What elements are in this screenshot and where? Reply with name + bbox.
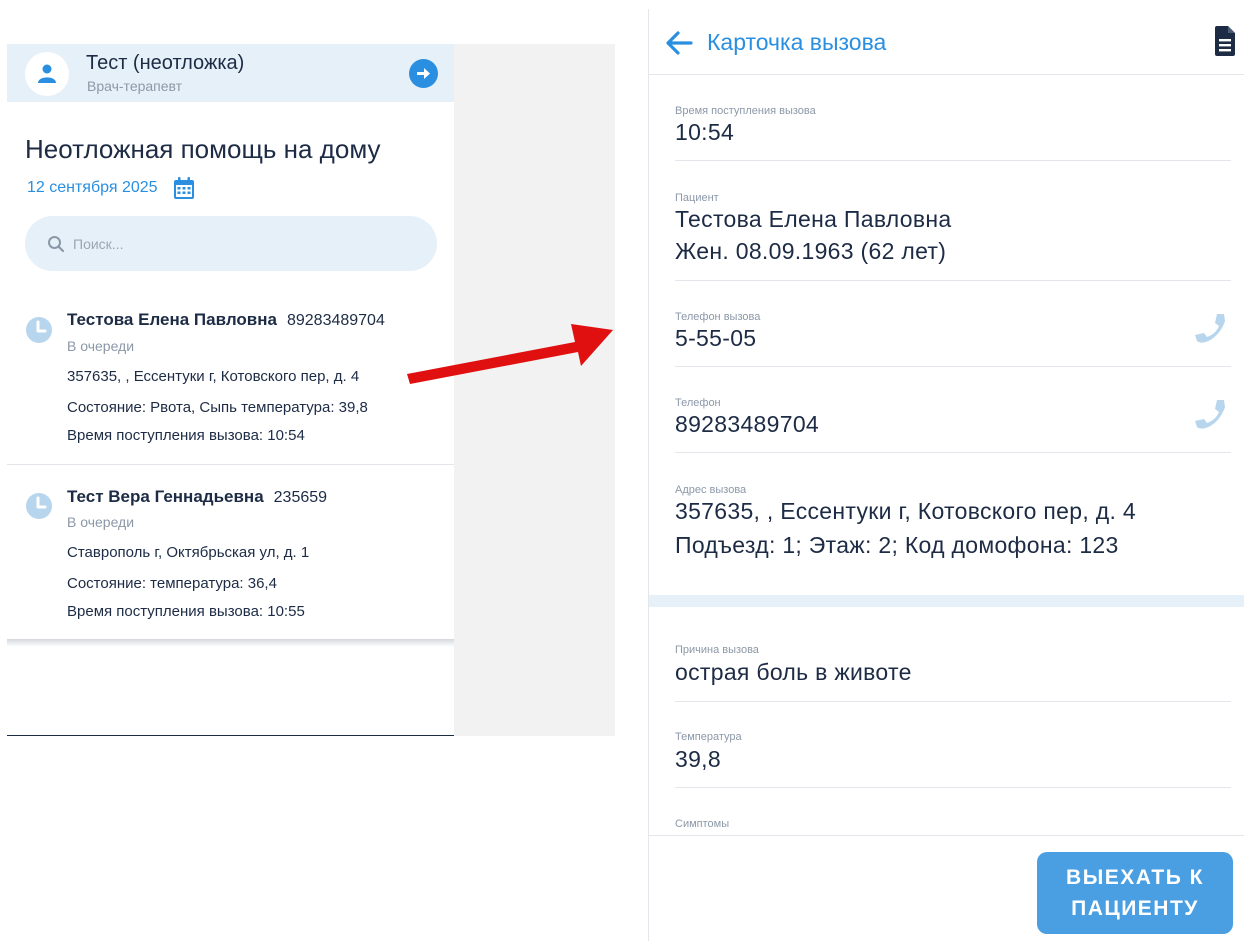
bottom-action-bar: ВЫЕХАТЬ К ПАЦИЕНТУ [649,835,1244,941]
call-list-screen: Тест (неотложка) Врач-терапевт Неотложна… [7,44,454,736]
field-value: 5-55-05 [675,325,757,351]
field-label: Температура [675,731,742,743]
annotation-arrow [407,324,613,384]
page-title: Карточка вызова [707,29,887,55]
field-label: Симптомы [675,818,730,830]
phone-icon[interactable] [1193,311,1229,347]
date-selector[interactable]: 12 сентября 2025 [27,175,196,201]
logout-button[interactable] [409,59,438,88]
patient-phone: 235659 [273,489,328,506]
call-address: 357635, , Ессентуки г, Котовского пер, д… [67,368,360,385]
field-phone: Телефон 89283489704 [675,397,1231,453]
arrow-right-circle-icon [417,68,430,79]
phone-icon[interactable] [1193,397,1229,433]
arrow-left-icon[interactable] [665,31,693,55]
patient-info: Жен. 08.09.1963 (62 лет) [675,238,947,264]
patient-name: Тестова Елена Павловна [67,310,277,329]
call-address: Ставрополь г, Октябрьская ул, д. 1 [67,544,310,561]
field-call-phone: Телефон вызова 5-55-05 [675,311,1231,367]
field-reason: Причина вызова острая боль в животе [675,644,1231,702]
field-value: 10:54 [675,119,735,145]
calendar-icon[interactable] [172,176,196,200]
section-separator [649,595,1244,607]
search-input[interactable] [73,232,413,256]
list-bottom-shadow [7,639,454,647]
call-list-item[interactable]: Тест Вера Геннадьевна 235659 В очереди Ст… [7,482,454,639]
screen-bottom-border [7,735,454,736]
button-label-line1: ВЫЕХАТЬ К [1066,866,1204,889]
user-name: Тест (неотложка) [86,52,245,74]
depart-to-patient-button[interactable]: ВЫЕХАТЬ К ПАЦИЕНТУ [1037,852,1233,934]
call-card-screen: Карточка вызова Время поступления вызова… [648,9,1244,941]
field-temperature: Температура 39,8 [675,731,1231,788]
patient-name: Тест Вера Геннадьевна [67,487,264,506]
call-card-header: Карточка вызова [649,9,1244,75]
list-divider [7,464,454,465]
call-status: В очереди [67,514,135,530]
field-value: острая боль в животе [675,659,912,685]
address-line: 357635, , Ессентуки г, Котовского пер, д… [675,498,1136,524]
call-list-item[interactable]: Тестова Елена Павловна 89283489704 В очер… [7,306,454,464]
person-icon [38,64,56,83]
user-header: Тест (неотложка) Врач-терапевт [7,44,454,102]
call-patient-row: Тестова Елена Павловна 89283489704 [67,310,385,330]
field-label: Время поступления вызова [675,105,816,117]
field-symptoms: Симптомы [675,818,1231,836]
patient-name: Тестова Елена Павловна [675,206,952,232]
field-value: 39,8 [675,746,721,772]
field-label: Телефон вызова [675,311,761,323]
call-status: В очереди [67,338,135,354]
left-screen-side-panel [454,44,615,736]
selected-date[interactable]: 12 сентября 2025 [27,175,158,201]
field-label: Телефон [675,397,721,409]
field-call-time: Время поступления вызова 10:54 [675,105,1231,161]
field-value: 89283489704 [675,411,820,437]
field-label: Адрес вызова [675,484,747,496]
clock-icon [26,493,52,519]
patient-phone: 89283489704 [286,312,385,329]
call-condition: Состояние: температура: 36,4 [67,575,277,592]
user-role: Врач-терапевт [87,78,183,94]
button-label-line2: ПАЦИЕНТУ [1071,897,1199,920]
call-time: Время поступления вызова: 10:54 [67,427,305,444]
search-bar[interactable] [25,216,437,271]
clock-icon [26,317,52,343]
field-label: Причина вызова [675,644,759,656]
call-patient-row: Тест Вера Геннадьевна 235659 [67,487,327,507]
address-details: Подъезд: 1; Этаж: 2; Код домофона: 123 [675,532,1119,558]
call-time: Время поступления вызова: 10:55 [67,603,305,620]
search-icon [48,236,65,253]
avatar[interactable] [25,52,69,96]
document-icon[interactable] [1213,25,1237,57]
call-condition: Состояние: Рвота, Сыпь температура: 39,8 [67,399,368,416]
page-title: Неотложная помощь на дому [25,134,381,164]
field-patient: Пациент Тестова Елена Павловна Жен. 08.0… [675,192,1231,281]
field-label: Пациент [675,192,719,204]
field-address: Адрес вызова 357635, , Ессентуки г, Кото… [675,484,1231,564]
